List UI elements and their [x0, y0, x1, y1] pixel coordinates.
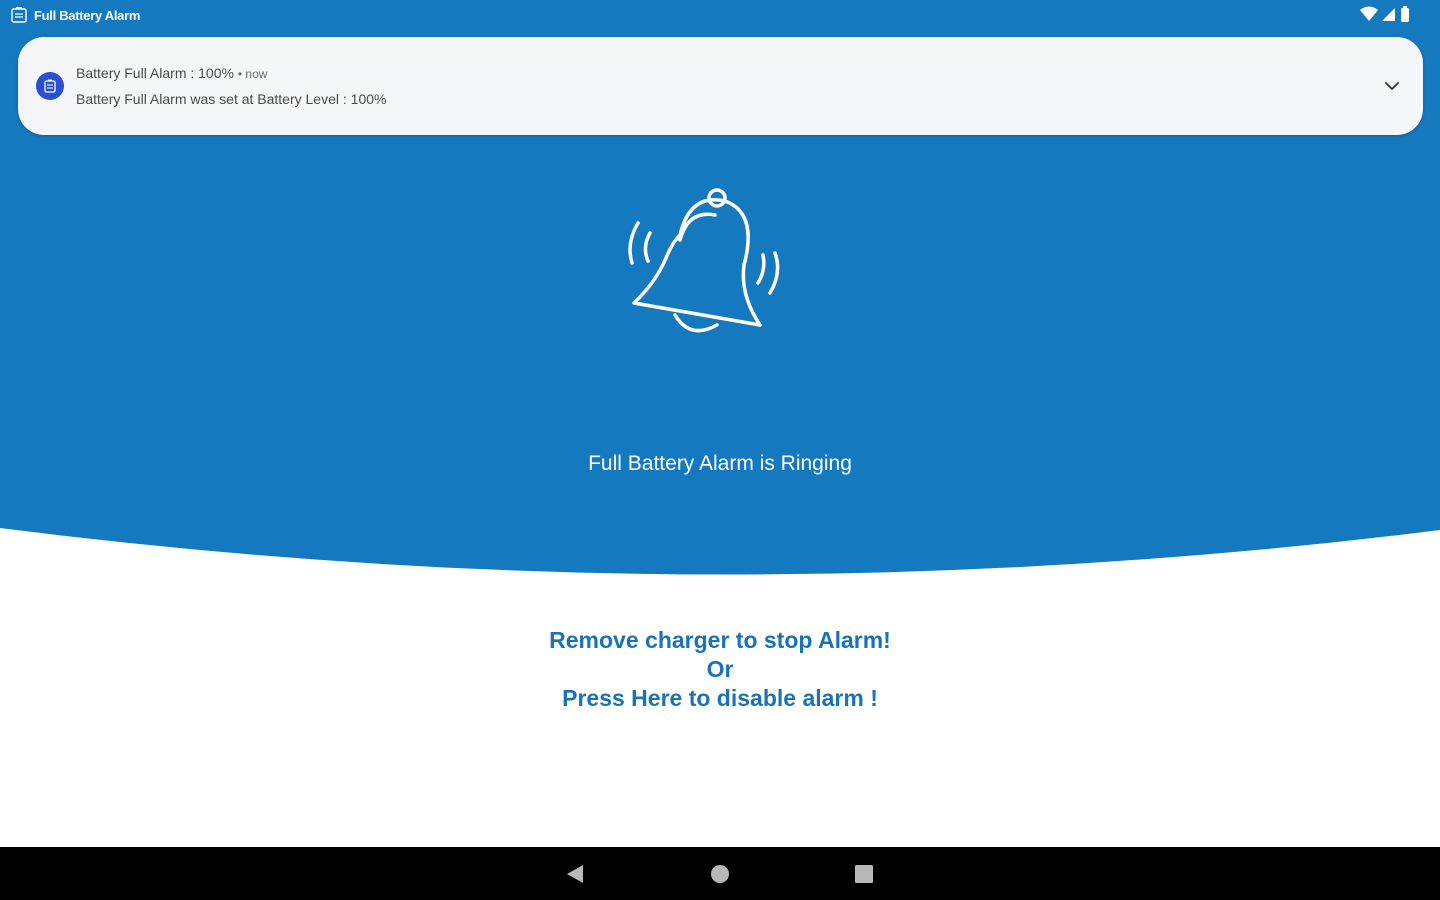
alarm-status-text: Full Battery Alarm is Ringing	[588, 452, 852, 475]
app-notification-icon	[36, 72, 64, 100]
instruction-line-or: Or	[706, 656, 734, 682]
chevron-down-icon	[1385, 81, 1399, 90]
notification-expand-button[interactable]	[1379, 73, 1405, 99]
recents-icon	[855, 865, 873, 883]
status-icons	[1360, 6, 1410, 22]
status-app-info: Full Battery Alarm	[10, 6, 140, 24]
cellular-signal-icon	[1382, 8, 1395, 21]
instruction-line-remove-charger: Remove charger to stop Alarm!	[549, 627, 891, 653]
home-icon	[711, 865, 729, 883]
home-button[interactable]	[707, 861, 733, 887]
battery-alarm-icon	[11, 7, 27, 23]
battery-icon	[1401, 6, 1409, 22]
notification-title-row: Battery Full Alarm : 100% • now	[76, 65, 268, 81]
back-button[interactable]	[562, 861, 588, 887]
back-icon	[567, 865, 583, 883]
recents-button[interactable]	[851, 861, 877, 887]
navigation-bar	[0, 847, 1440, 900]
status-app-name: Full Battery Alarm	[34, 7, 141, 23]
instruction-line-press-here: Press Here to disable alarm !	[562, 685, 878, 711]
wifi-icon	[1360, 6, 1378, 21]
status-bar: Full Battery Alarm	[0, 0, 1440, 30]
disable-alarm-button[interactable]: Remove charger to stop Alarm! Or Press H…	[0, 626, 1440, 713]
notification-card[interactable]: Battery Full Alarm : 100% • now Battery …	[18, 37, 1423, 135]
notification-time: now	[245, 67, 268, 81]
notification-body: Battery Full Alarm was set at Battery Le…	[76, 91, 387, 107]
ringing-bell-icon	[628, 188, 780, 333]
notification-title: Battery Full Alarm : 100%	[76, 65, 234, 81]
